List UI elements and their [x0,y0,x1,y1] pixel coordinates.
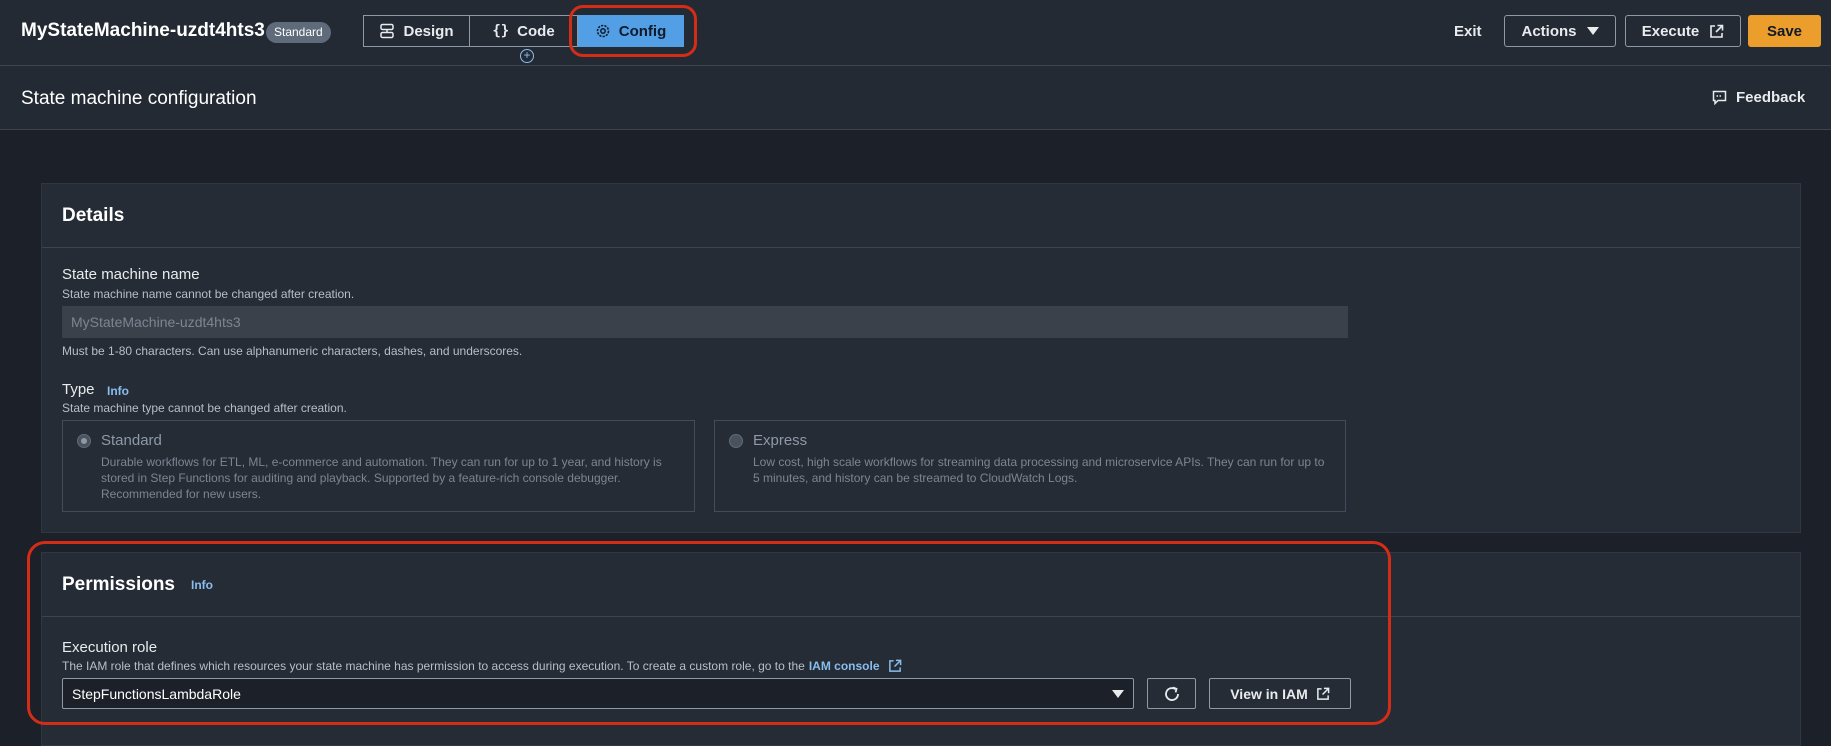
code-mode-button[interactable]: {} Code [470,15,578,47]
design-icon [380,23,395,39]
details-header: Details [42,184,1800,248]
caret-down-icon [1586,27,1599,35]
state-machine-name-constraint: Must be 1-80 characters. Can use alphanu… [62,344,523,358]
exit-button[interactable]: Exit [1440,15,1496,47]
top-bar: MyStateMachine-uzdt4hts3 Standard Design… [0,0,1831,66]
add-state-icon[interactable]: + [520,49,534,63]
state-machine-title: MyStateMachine-uzdt4hts3 [21,20,265,41]
code-mode-label: Code [517,22,555,40]
actions-dropdown-button[interactable]: Actions [1504,15,1616,47]
type-info-link[interactable]: Info [107,384,129,398]
view-in-iam-button[interactable]: View in IAM [1209,678,1351,709]
external-link-icon [888,659,901,672]
config-mode-button[interactable]: Config [578,15,684,47]
external-link-icon [1316,687,1330,700]
gear-icon [596,24,610,38]
permissions-header: Permissions Info [42,553,1800,617]
details-panel: Details State machine name State machine… [41,183,1801,533]
type-label: Type [62,381,95,398]
code-braces-icon: {} [492,23,510,39]
standard-type-option[interactable]: Standard Durable workflows for ETL, ML, … [62,420,695,512]
page-header: State machine configuration Feedback [0,66,1831,130]
config-mode-label: Config [618,22,667,40]
refresh-icon [1164,686,1179,701]
state-machine-name-description: State machine name cannot be changed aft… [62,287,355,301]
express-title: Express [753,432,808,449]
express-type-option[interactable]: Express Low cost, high scale workflows f… [714,420,1346,512]
standard-title: Standard [101,432,162,449]
type-description: State machine type cannot be changed aft… [62,401,347,415]
execution-role-select[interactable]: StepFunctionsLambdaRole [62,678,1134,709]
execute-button[interactable]: Execute [1625,15,1741,47]
express-description: Low cost, high scale workflows for strea… [753,455,1325,485]
view-in-iam-label: View in IAM [1230,685,1308,702]
page-title: State machine configuration [21,88,257,109]
execution-role-value: StepFunctionsLambdaRole [72,685,241,702]
permissions-info-link[interactable]: Info [191,578,213,592]
design-mode-button[interactable]: Design [363,15,470,47]
execute-label: Execute [1641,22,1700,40]
details-title: Details [62,204,125,226]
execution-role-description-text: The IAM role that defines which resource… [62,659,805,673]
feedback-button[interactable]: Feedback [1712,89,1805,106]
state-machine-name-label: State machine name [62,266,200,283]
iam-console-link[interactable]: IAM console [809,659,880,673]
execution-role-label: Execution role [62,639,158,656]
external-link-icon [1710,24,1724,38]
standard-radio[interactable] [77,434,91,448]
save-button[interactable]: Save [1748,15,1821,47]
standard-description: Durable workflows for ETL, ML, e-commerc… [101,455,662,501]
permissions-title: Permissions [62,573,175,595]
type-badge: Standard [266,22,331,43]
express-radio[interactable] [729,434,743,448]
caret-down-icon [1112,689,1124,698]
actions-label: Actions [1521,22,1577,40]
execution-role-description: The IAM role that defines which resource… [62,659,902,673]
refresh-roles-button[interactable] [1147,678,1196,709]
feedback-label: Feedback [1736,89,1806,106]
feedback-icon [1712,90,1727,105]
state-machine-name-input[interactable] [62,306,1348,338]
mode-switcher: Design {} Code Config [363,15,684,47]
design-mode-label: Design [403,22,454,40]
permissions-panel: Permissions Info Execution role The IAM … [41,552,1801,746]
